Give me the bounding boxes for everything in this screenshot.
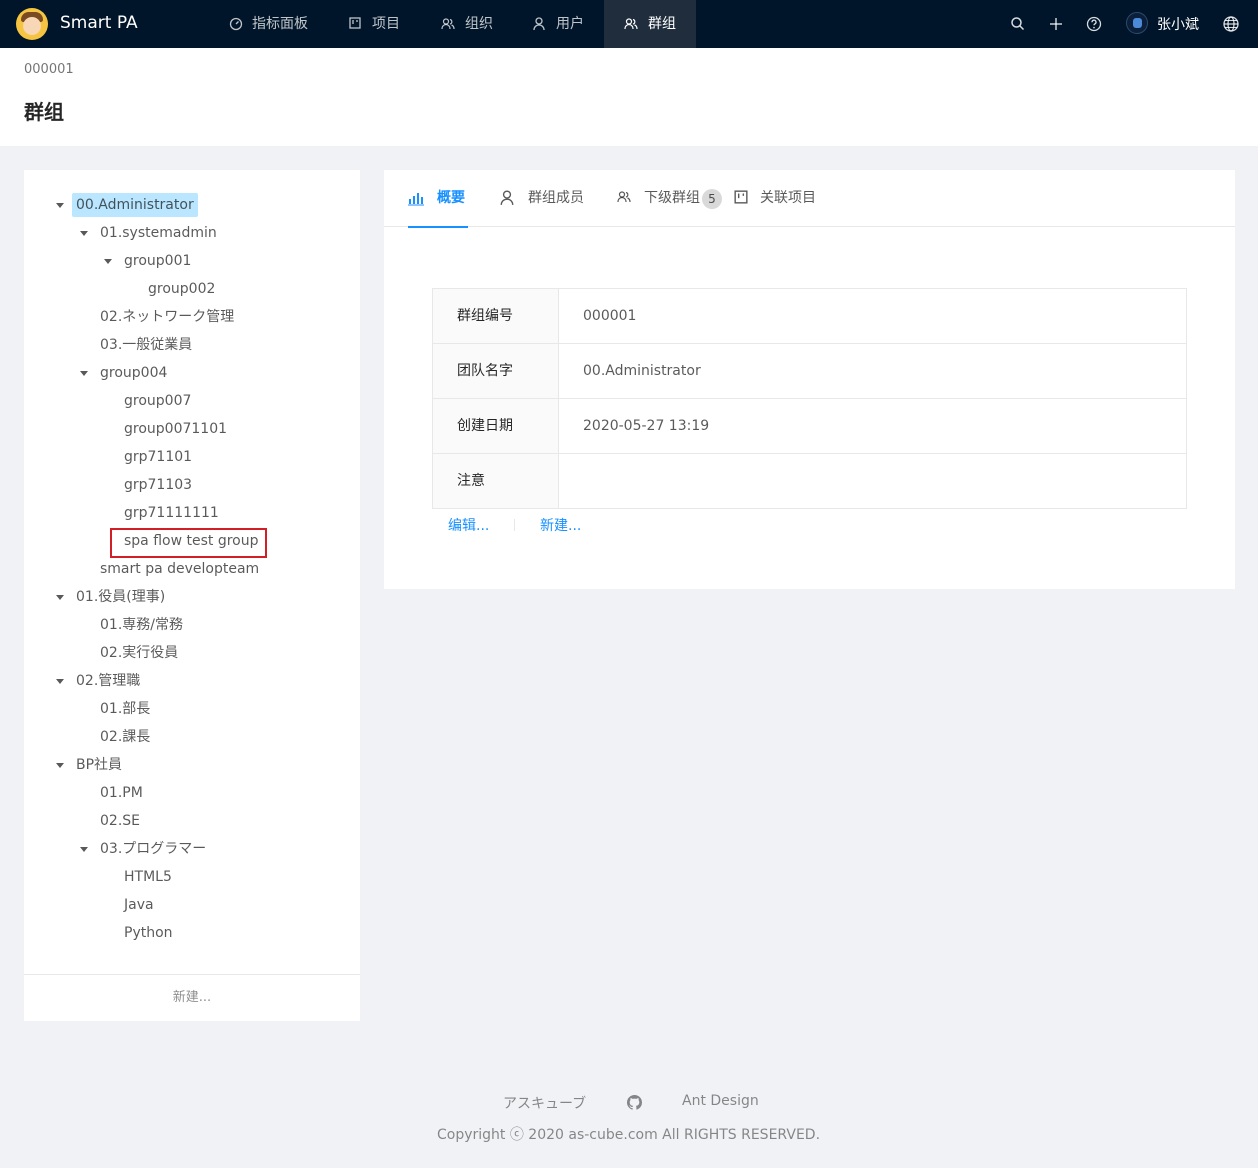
- subgroup-count-badge: 5: [702, 189, 722, 209]
- team-icon: [624, 18, 638, 30]
- highlight-annotation: [110, 528, 267, 558]
- nav-user[interactable]: 用户: [516, 0, 600, 48]
- tree-node-title[interactable]: grp71101: [120, 445, 196, 469]
- footer-link-ascube[interactable]: アスキューブ: [503, 1093, 586, 1113]
- field-value: 000001: [583, 308, 637, 324]
- user-icon: [500, 190, 514, 205]
- page-header: 000001 群组: [0, 48, 1258, 146]
- caret-down-icon[interactable]: [78, 221, 90, 245]
- tree-node-title[interactable]: 01.PM: [96, 781, 147, 805]
- tree-node-title[interactable]: 02.ネットワーク管理: [96, 305, 238, 329]
- group-description-table: 群组编号 000001 团队名字 00.Administrator 创建日期 2…: [432, 288, 1187, 509]
- nav-label: 项目: [372, 16, 400, 32]
- tree-node-title[interactable]: group004: [96, 361, 171, 385]
- nav-label: 指标面板: [252, 16, 308, 32]
- nav-organization[interactable]: 组织: [424, 0, 508, 48]
- global-icon[interactable]: [1222, 15, 1240, 33]
- tree-node-title[interactable]: 02.課長: [96, 725, 154, 749]
- description-row: 创建日期 2020-05-27 13:19: [433, 399, 1186, 454]
- tree-node-title[interactable]: 00.Administrator: [72, 193, 198, 217]
- tree-node-title[interactable]: group002: [144, 277, 219, 301]
- caret-down-icon[interactable]: [78, 361, 90, 385]
- field-label: 群组编号: [433, 289, 559, 343]
- tab-label: 群组成员: [528, 190, 584, 206]
- app-name[interactable]: Smart PA: [60, 13, 138, 33]
- field-label: 注意: [433, 454, 559, 508]
- search-icon[interactable]: [1009, 15, 1027, 33]
- tree-node-title[interactable]: 02.管理職: [72, 669, 144, 693]
- page-title: 群组: [24, 100, 64, 124]
- nav-project[interactable]: 项目: [332, 0, 416, 48]
- team-icon: [617, 191, 631, 203]
- user-name[interactable]: 张小斌: [1157, 14, 1199, 34]
- tree-node-title[interactable]: Java: [120, 893, 158, 917]
- tree-node-title[interactable]: Python: [120, 921, 177, 945]
- tab-related-projects[interactable]: 关联项目: [734, 170, 824, 227]
- project-icon: [349, 17, 361, 29]
- user-avatar[interactable]: [1126, 12, 1148, 34]
- caret-down-icon[interactable]: [54, 753, 66, 777]
- tree-node-title[interactable]: 03.一般従業員: [96, 333, 196, 357]
- tree-node-title[interactable]: group001: [120, 249, 195, 273]
- github-icon[interactable]: [627, 1095, 642, 1110]
- new-link[interactable]: 新建...: [540, 515, 581, 535]
- tree-node-title[interactable]: 01.役員(理事): [72, 585, 169, 609]
- nav-label: 群组: [648, 16, 676, 32]
- tree-node-title[interactable]: 01.専務/常務: [96, 613, 187, 637]
- user-icon: [533, 17, 545, 31]
- tree-node-title[interactable]: 02.SE: [96, 809, 144, 833]
- group-tree-card: 00.Administrator 01.systemadmin group001…: [24, 170, 360, 1021]
- caret-down-icon[interactable]: [54, 193, 66, 217]
- nav-group[interactable]: 群组: [604, 0, 696, 48]
- caret-down-icon[interactable]: [54, 669, 66, 693]
- project-icon: [734, 190, 748, 204]
- plus-icon[interactable]: [1047, 15, 1065, 33]
- tree-node-title[interactable]: 03.プログラマー: [96, 837, 210, 861]
- tab-overview[interactable]: 概要: [408, 170, 468, 228]
- group-detail-card: 概要 群组成员 下级群组 5 关联项目 群组编号 000001 团队名字 00.…: [384, 170, 1235, 589]
- tree-node-title[interactable]: HTML5: [120, 865, 176, 889]
- description-row: 群组编号 000001: [433, 289, 1186, 344]
- caret-down-icon[interactable]: [54, 585, 66, 609]
- action-divider: [514, 519, 515, 531]
- tab-label: 关联项目: [760, 190, 816, 206]
- tree-node-title[interactable]: group007: [120, 389, 195, 413]
- tree-node-title[interactable]: 01.部長: [96, 697, 154, 721]
- tree-new-button[interactable]: 新建...: [24, 974, 360, 1021]
- logo-avatar-icon[interactable]: [16, 8, 48, 40]
- tree-node-title[interactable]: group0071101: [120, 417, 231, 441]
- field-label: 创建日期: [433, 399, 559, 453]
- footer-link-antdesign[interactable]: Ant Design: [682, 1093, 759, 1109]
- tab-label: 下级群组: [644, 190, 700, 206]
- nav-label: 组织: [465, 16, 493, 32]
- caret-down-icon[interactable]: [102, 249, 114, 273]
- nav-label: 用户: [556, 16, 584, 32]
- description-row: 团队名字 00.Administrator: [433, 344, 1186, 399]
- field-label: 团队名字: [433, 344, 559, 398]
- team-icon: [441, 18, 455, 30]
- detail-tabs: 概要 群组成员 下级群组 5 关联项目: [384, 170, 1235, 228]
- description-row: 注意: [433, 454, 1186, 508]
- tree-node-title[interactable]: grp71103: [120, 473, 196, 497]
- tab-members[interactable]: 群组成员: [500, 170, 590, 227]
- breadcrumb[interactable]: 000001: [24, 62, 74, 77]
- tree-node-title[interactable]: 01.systemadmin: [96, 221, 221, 245]
- copyright: Copyright ⓒ 2020 as-cube.com All RIGHTS …: [437, 1127, 821, 1143]
- bar-chart-icon: [408, 193, 424, 206]
- nav-dashboard[interactable]: 指标面板: [212, 0, 324, 48]
- field-value: 00.Administrator: [583, 363, 701, 379]
- tree-node-title[interactable]: BP社員: [72, 753, 126, 777]
- top-header: Smart PA 指标面板 项目 组织 用户 群组 张小斌: [0, 0, 1258, 48]
- tree-node-title[interactable]: smart pa developteam: [96, 557, 263, 581]
- tab-label: 概要: [437, 190, 465, 206]
- tab-subgroups[interactable]: 下级群组 5: [617, 170, 723, 227]
- field-value: 2020-05-27 13:19: [583, 418, 710, 434]
- dashboard-icon: [229, 17, 243, 31]
- edit-link[interactable]: 编辑...: [448, 515, 489, 535]
- tree-node-title[interactable]: 02.実行役員: [96, 641, 182, 665]
- caret-down-icon[interactable]: [78, 837, 90, 861]
- tab-ink-bar: [408, 226, 468, 228]
- tree-node-title[interactable]: grp71111111: [120, 501, 223, 525]
- question-circle-icon[interactable]: [1085, 15, 1103, 33]
